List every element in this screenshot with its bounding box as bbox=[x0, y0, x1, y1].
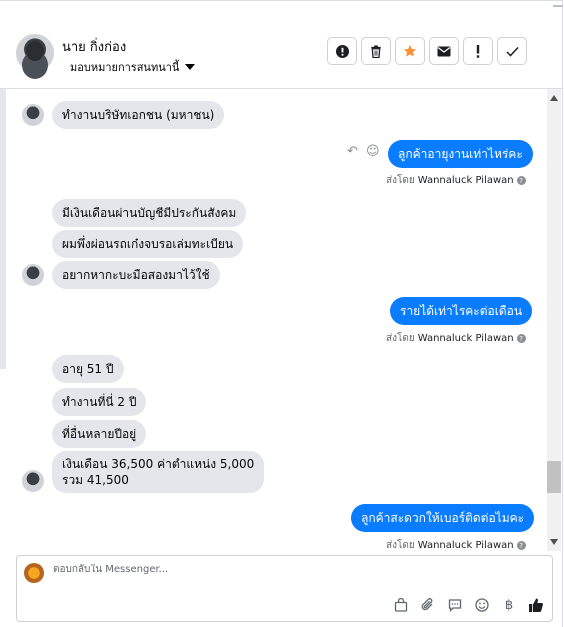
mark-unread-button[interactable] bbox=[429, 37, 459, 65]
agent-name[interactable]: Wannaluck Pilawan bbox=[418, 175, 514, 186]
scroll-thumb[interactable] bbox=[547, 461, 561, 493]
star-icon bbox=[403, 44, 417, 57]
sent-by-label: ส่งโดย Wannaluck Pilawan ? bbox=[386, 173, 526, 188]
agent-name[interactable]: Wannaluck Pilawan bbox=[418, 333, 514, 344]
sender-avatar bbox=[22, 104, 44, 126]
message-bubble-outgoing[interactable]: รายได้เท่าไรคะต่อเดือน bbox=[390, 297, 533, 325]
bag-icon[interactable] bbox=[393, 597, 409, 613]
contact-avatar[interactable] bbox=[16, 34, 54, 72]
agent-name[interactable]: Wannaluck Pilawan bbox=[418, 540, 514, 551]
smiley-react-icon[interactable]: ☺ bbox=[366, 144, 380, 159]
sent-by-label: ส่งโดย Wannaluck Pilawan ? bbox=[386, 331, 526, 346]
baht-icon[interactable]: ฿ bbox=[501, 597, 517, 613]
spam-button[interactable] bbox=[327, 37, 357, 65]
message-bubble-outgoing[interactable]: ลูกค้าอายุงานเท่าไหร่คะ bbox=[388, 140, 533, 168]
composer-toolbar: ฿ bbox=[393, 597, 544, 613]
message-bubble-outgoing[interactable]: ลูกค้าสะดวกให้เบอร์ติดต่อไมคะ bbox=[351, 504, 535, 532]
sent-by-label: ส่งโดย Wannaluck Pilawan ? bbox=[386, 538, 526, 551]
message-bubble-incoming[interactable]: ที่อื่นหลายปีอยู่ bbox=[52, 420, 147, 448]
contact-name[interactable]: นาย กิ่งก่อง bbox=[62, 36, 126, 57]
reply-icon[interactable]: ↶ bbox=[347, 144, 358, 159]
smiley-icon[interactable] bbox=[474, 597, 490, 613]
paperclip-icon[interactable] bbox=[420, 597, 436, 613]
sent-by-prefix: ส่งโดย bbox=[386, 175, 415, 186]
envelope-icon bbox=[437, 46, 451, 56]
follow-up-button[interactable] bbox=[463, 37, 493, 65]
message-line: รวม 41,500 bbox=[62, 473, 129, 487]
scroll-down-arrow-icon[interactable] bbox=[550, 539, 558, 545]
sent-by-prefix: ส่งโดย bbox=[386, 540, 415, 551]
conversation-header: นาย กิ่งก่อง มอบหมายการสนทนานี้ bbox=[0, 18, 563, 89]
message-bubble-incoming[interactable]: ผมพึ่งผ่อนรถเก๋งจบรอเล่มทะเบียน bbox=[52, 230, 244, 258]
message-scrollbar[interactable] bbox=[547, 89, 561, 551]
thumbs-up-icon[interactable] bbox=[528, 597, 544, 613]
message-bubble-incoming[interactable]: อยากหากะบะมือสองมาไว้ใช้ bbox=[52, 261, 220, 289]
caret-down-icon bbox=[185, 64, 196, 70]
help-icon[interactable]: ? bbox=[516, 541, 526, 550]
sender-avatar bbox=[22, 470, 44, 492]
message-line: เงินเดือน 36,500 ค่าตำแหน่ง 5,000 bbox=[62, 457, 255, 471]
message-bubble-incoming[interactable]: ทำงานบริษัทเอกชน (มหาชน) bbox=[52, 101, 225, 129]
speech-bubble-icon[interactable] bbox=[447, 597, 463, 613]
assign-label: มอบหมายการสนทนานี้ bbox=[70, 61, 180, 74]
done-button[interactable] bbox=[497, 37, 527, 65]
assign-dropdown[interactable]: มอบหมายการสนทนานี้ bbox=[70, 58, 196, 76]
message-bubble-incoming[interactable]: อายุ 51 ปี bbox=[52, 355, 124, 383]
check-icon bbox=[505, 46, 519, 57]
page-avatar bbox=[24, 563, 44, 583]
help-icon[interactable]: ? bbox=[516, 334, 526, 343]
message-bubble-incoming[interactable]: ทำงานที่นี่ 2 ปี bbox=[52, 388, 147, 416]
exclamation-icon bbox=[476, 44, 480, 58]
reply-input[interactable] bbox=[53, 564, 393, 575]
message-bubble-incoming[interactable]: มีเงินเดือนผ่านบัญชีมีประกันสังคม bbox=[52, 199, 247, 227]
window-handle[interactable] bbox=[553, 5, 563, 7]
scroll-up-arrow-icon[interactable] bbox=[550, 95, 558, 101]
exclamation-circle-icon bbox=[335, 44, 349, 58]
reply-composer: ฿ bbox=[16, 555, 553, 622]
help-icon[interactable]: ? bbox=[516, 176, 526, 185]
top-divider bbox=[0, 0, 563, 1]
message-thread: ทำงานบริษัทเอกชน (มหาชน) ↶ ☺ ลูกค้าอายุง… bbox=[0, 89, 547, 551]
star-button[interactable] bbox=[395, 37, 425, 65]
sender-avatar bbox=[22, 264, 44, 286]
sent-by-prefix: ส่งโดย bbox=[386, 333, 415, 344]
delete-button[interactable] bbox=[361, 37, 391, 65]
action-toolbar bbox=[327, 37, 527, 65]
message-bubble-incoming[interactable]: เงินเดือน 36,500 ค่าตำแหน่ง 5,000 รวม 41… bbox=[52, 451, 265, 493]
trash-icon bbox=[371, 44, 381, 58]
